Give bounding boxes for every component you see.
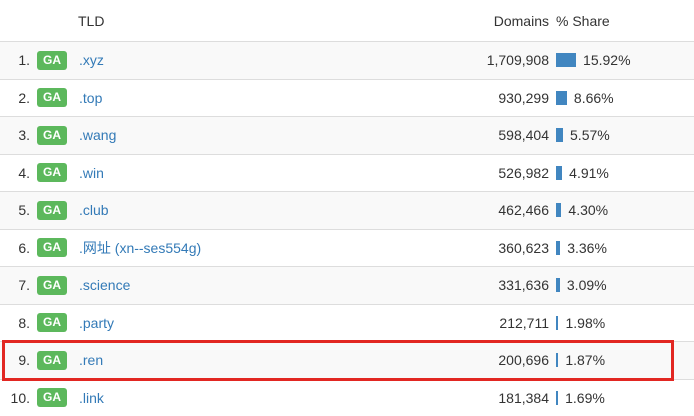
share-percent: 4.91%: [569, 165, 609, 181]
rank-label: 10.: [0, 390, 30, 406]
domains-count: 1,709,908: [459, 52, 549, 68]
tld-link[interactable]: .xyz: [79, 52, 459, 68]
table-row: 10. GA .link181,384 1.69%: [0, 379, 694, 416]
tld-link[interactable]: .science: [79, 277, 459, 293]
share-percent: 1.87%: [565, 352, 605, 368]
share-percent: 3.09%: [567, 277, 607, 293]
share-cell: 1.87%: [556, 352, 694, 368]
tld-link[interactable]: .party: [79, 315, 459, 331]
table-row: 6. GA .网址 (xn--ses554g)360,623 3.36%: [0, 229, 694, 267]
ga-phase-badge[interactable]: GA: [37, 351, 67, 370]
ga-phase-badge[interactable]: GA: [37, 388, 67, 407]
share-bar: [556, 128, 563, 142]
share-bar: [556, 278, 560, 292]
ga-phase-badge[interactable]: GA: [37, 313, 67, 332]
share-cell: 3.36%: [556, 240, 694, 256]
table-body: 1. GA .xyz1,709,908 15.92% 2. GA .top930,299 8.…: [0, 41, 694, 416]
domains-count: 212,711: [459, 315, 549, 331]
share-bar: [556, 203, 561, 217]
domains-count: 360,623: [459, 240, 549, 256]
share-cell: 4.30%: [556, 202, 694, 218]
share-percent: 1.98%: [565, 315, 605, 331]
rank-label: 6.: [0, 240, 30, 256]
ga-phase-badge[interactable]: GA: [37, 238, 67, 257]
domains-count: 930,299: [459, 90, 549, 106]
table-row: 2. GA .top930,299 8.66%: [0, 79, 694, 117]
rank-label: 9.: [0, 352, 30, 368]
tld-stats-table: TLD Domains % Share 1. GA .xyz1,709,908 15.…: [0, 0, 694, 416]
table-row: 1. GA .xyz1,709,908 15.92%: [0, 41, 694, 79]
domains-count: 462,466: [459, 202, 549, 218]
share-cell: 8.66%: [556, 90, 694, 106]
share-bar: [556, 353, 558, 367]
share-percent: 4.30%: [568, 202, 608, 218]
domains-count: 331,636: [459, 277, 549, 293]
ga-phase-badge[interactable]: GA: [37, 276, 67, 295]
table-row: 9. GA .ren200,696 1.87%: [0, 341, 694, 379]
domains-count: 526,982: [459, 165, 549, 181]
rank-label: 8.: [0, 315, 30, 331]
share-percent: 3.36%: [567, 240, 607, 256]
share-percent: 8.66%: [574, 90, 614, 106]
table-row: 8. GA .party212,711 1.98%: [0, 304, 694, 342]
tld-link[interactable]: .网址 (xn--ses554g): [79, 238, 459, 258]
table-row: 7. GA .science331,636 3.09%: [0, 266, 694, 304]
share-bar: [556, 241, 560, 255]
share-bar: [556, 316, 558, 330]
ga-phase-badge[interactable]: GA: [37, 88, 67, 107]
ga-phase-badge[interactable]: GA: [37, 201, 67, 220]
column-header-share: % Share: [556, 13, 694, 29]
domains-count: 200,696: [459, 352, 549, 368]
tld-link[interactable]: .win: [79, 165, 459, 181]
share-percent: 15.92%: [583, 52, 630, 68]
share-cell: 15.92%: [556, 52, 694, 68]
share-bar: [556, 166, 562, 180]
tld-link[interactable]: .club: [79, 202, 459, 218]
share-bar: [556, 53, 576, 67]
rank-label: 3.: [0, 127, 30, 143]
share-cell: 4.91%: [556, 165, 694, 181]
tld-link[interactable]: .link: [79, 390, 459, 406]
share-bar: [556, 391, 558, 405]
share-bar: [556, 91, 567, 105]
rank-label: 1.: [0, 52, 30, 68]
ga-phase-badge[interactable]: GA: [37, 126, 67, 145]
tld-link[interactable]: .wang: [79, 127, 459, 143]
rank-label: 4.: [0, 165, 30, 181]
table-row: 4. GA .win526,982 4.91%: [0, 154, 694, 192]
domains-count: 598,404: [459, 127, 549, 143]
share-cell: 5.57%: [556, 127, 694, 143]
share-cell: 3.09%: [556, 277, 694, 293]
column-header-domains: Domains: [459, 13, 549, 29]
rank-label: 7.: [0, 277, 30, 293]
share-cell: 1.98%: [556, 315, 694, 331]
ga-phase-badge[interactable]: GA: [37, 51, 67, 70]
table-row: 3. GA .wang598,404 5.57%: [0, 116, 694, 154]
ga-phase-badge[interactable]: GA: [37, 163, 67, 182]
share-percent: 1.69%: [565, 390, 605, 406]
column-header-tld: TLD: [78, 13, 459, 29]
tld-link[interactable]: .top: [79, 90, 459, 106]
tld-link[interactable]: .ren: [79, 352, 459, 368]
share-percent: 5.57%: [570, 127, 610, 143]
table-header-row: TLD Domains % Share: [0, 0, 694, 41]
table-row: 5. GA .club462,466 4.30%: [0, 191, 694, 229]
rank-label: 2.: [0, 90, 30, 106]
share-cell: 1.69%: [556, 390, 694, 406]
rank-label: 5.: [0, 202, 30, 218]
domains-count: 181,384: [459, 390, 549, 406]
